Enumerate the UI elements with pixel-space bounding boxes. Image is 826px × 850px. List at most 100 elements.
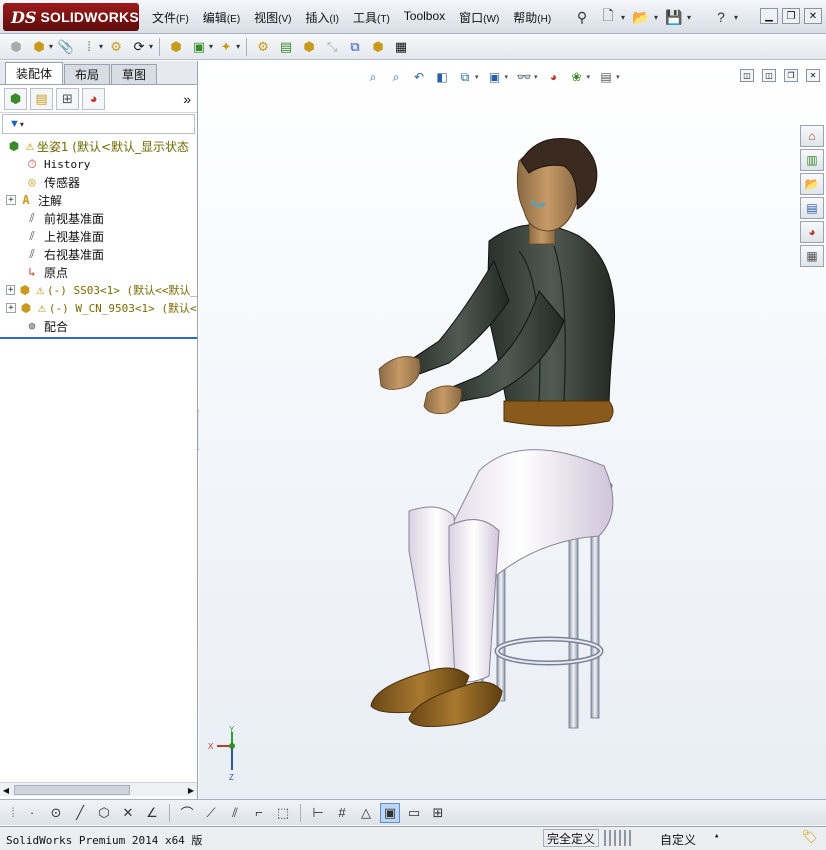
tag-icon[interactable]: 🏷 <box>801 830 818 845</box>
tab-assembly[interactable]: 装配体 <box>5 62 64 84</box>
horizontal-scrollbar[interactable]: ◀ ▶ <box>0 782 197 796</box>
solidworks-resources-icon[interactable]: ⌂ <box>800 125 824 147</box>
line-icon[interactable]: ╱ <box>70 803 90 823</box>
chevron-down-icon[interactable]: ▾ <box>505 73 509 81</box>
edit-component-icon[interactable]: ⬢ <box>6 37 26 57</box>
zoom-to-area-icon[interactable]: ⌕ <box>387 68 405 86</box>
chevron-down-icon[interactable]: ▾ <box>475 73 479 81</box>
save-icon[interactable]: 💾 <box>664 7 684 27</box>
triangle-icon[interactable]: △ <box>356 803 376 823</box>
chevron-down-icon[interactable]: ▾ <box>687 13 691 22</box>
help-icon[interactable]: ? <box>711 7 731 27</box>
insert-component-icon[interactable]: ⬢ <box>29 37 49 57</box>
custom-properties-icon[interactable]: ▦ <box>800 245 824 267</box>
window-icon[interactable]: ▭ <box>404 803 424 823</box>
minimize-icon[interactable]: ▁ <box>760 8 778 24</box>
menu-window[interactable]: 窗口(W) <box>452 9 506 26</box>
apply-scene-icon[interactable]: ❀ <box>568 68 586 86</box>
expand-icon[interactable]: + <box>6 303 16 313</box>
table-icon[interactable]: ⊞ <box>428 803 448 823</box>
explode-line-sketch-icon[interactable]: ⤡ <box>322 37 342 57</box>
menu-toolbox[interactable]: Toolbox <box>397 9 452 26</box>
tree-item-right-plane[interactable]: ⫽ 右视基准面 <box>0 245 197 263</box>
reference-geometry-icon[interactable]: ✦ <box>216 37 236 57</box>
tree-item-mates[interactable]: ⊚ 配合 <box>0 317 197 335</box>
point-icon[interactable]: · <box>22 803 42 823</box>
restore-icon[interactable]: ❐ <box>782 8 800 24</box>
previous-view-icon[interactable]: ↶ <box>410 68 428 86</box>
mate-icon[interactable]: 📎 <box>56 37 76 57</box>
trim-icon[interactable]: ✕ <box>118 803 138 823</box>
graphics-area[interactable]: ⌕ ⌕ ↶ ◧ ⧉ ▾ ▣ ▾ 👓 ▾ ◕ ❀ ▾ ▤ ▾ ◫ ◫ ❐ ✕ ⌂ ▥ 📂 ▤… <box>199 61 826 799</box>
show-hidden-icon[interactable]: ⬢ <box>166 37 186 57</box>
new-motion-study-icon[interactable]: ⚙ <box>253 37 273 57</box>
close-icon[interactable]: ✕ <box>804 8 822 24</box>
chevron-down-icon[interactable]: ▾ <box>99 42 103 51</box>
open-folder-icon[interactable]: 📂 <box>631 7 651 27</box>
tree-item-history[interactable]: ⏱ History <box>0 155 197 173</box>
edit-appearance-icon[interactable]: ◕ <box>545 68 563 86</box>
display-manager-icon[interactable]: ◕ <box>82 87 105 110</box>
more-tabs-icon[interactable]: » <box>183 91 191 107</box>
chevron-down-icon[interactable]: ▾ <box>49 42 53 51</box>
polygon-icon[interactable]: ⬡ <box>94 803 114 823</box>
rectangle-icon[interactable]: ⬚ <box>273 803 293 823</box>
chevron-down-icon[interactable]: ▾ <box>236 42 240 51</box>
menu-insert[interactable]: 插入(I) <box>299 9 346 26</box>
split-horizontal-icon[interactable]: ◫ <box>740 69 754 82</box>
chevron-up-icon[interactable]: ▴ <box>714 831 719 841</box>
smart-fasteners-icon[interactable]: ⚙ <box>106 37 126 57</box>
menu-view[interactable]: 视图(V) <box>247 9 298 26</box>
tree-item-top-plane[interactable]: ⫽ 上视基准面 <box>0 227 197 245</box>
exploded-view-icon[interactable]: ⬢ <box>299 37 319 57</box>
property-manager-icon[interactable]: ▤ <box>30 87 53 110</box>
appearances-icon[interactable]: ◕ <box>800 221 824 243</box>
chevron-down-icon[interactable]: ▾ <box>654 13 658 22</box>
new-document-icon[interactable]: 🗋 <box>598 7 618 27</box>
assembly-model-render[interactable] <box>369 131 639 751</box>
split-vertical-icon[interactable]: ◫ <box>762 69 776 82</box>
solidworks-logo[interactable]: DS SOLIDWORKS <box>3 3 139 31</box>
scroll-thumb[interactable] <box>14 785 130 795</box>
interference-detection-icon[interactable]: ⧉ <box>345 37 365 57</box>
menu-file[interactable]: 文件(F) <box>145 9 196 26</box>
clearance-verification-icon[interactable]: ⬢ <box>368 37 388 57</box>
convert-entities-icon[interactable]: ⟋ <box>201 803 221 823</box>
menu-edit[interactable]: 编辑(E) <box>196 9 247 26</box>
expand-icon[interactable]: + <box>6 195 16 205</box>
close-viewport-icon[interactable]: ✕ <box>806 69 820 82</box>
tree-item-front-plane[interactable]: ⫽ 前视基准面 <box>0 209 197 227</box>
tree-item-ss03[interactable]: + ⬢ ⚠ (-) SS03<1> (默认<<默认_ <box>0 281 197 299</box>
sketch-fillet-icon[interactable]: ⌒ <box>177 803 197 823</box>
grid-icon[interactable]: # <box>332 803 352 823</box>
view-orientation-icon[interactable]: ⧉ <box>456 68 474 86</box>
bill-of-materials-icon[interactable]: ▤ <box>276 37 296 57</box>
chevron-down-icon[interactable]: ▾ <box>621 13 625 22</box>
offset-icon[interactable]: ⫽ <box>225 803 245 823</box>
chevron-down-icon[interactable]: ▾ <box>209 42 213 51</box>
chevron-down-icon[interactable]: ▾ <box>616 73 620 81</box>
circle-icon[interactable]: ⊙ <box>46 803 66 823</box>
dimension-icon[interactable]: ⊢ <box>308 803 328 823</box>
3d-box-icon[interactable]: ▣ <box>380 802 400 823</box>
tree-item-w-cn-9503[interactable]: + ⬢ ⚠ (-) W_CN_9503<1> (默认< <box>0 299 197 317</box>
zoom-to-fit-icon[interactable]: ⌕ <box>364 68 382 86</box>
filter-field[interactable]: ▼ ▾ <box>2 114 195 134</box>
pin-icon[interactable]: ⚲ <box>572 7 592 27</box>
tree-item-annotations[interactable]: + A 注解 <box>0 191 197 209</box>
view-palette-icon[interactable]: ▤ <box>800 197 824 219</box>
instant3d-icon[interactable]: ▦ <box>391 37 411 57</box>
menu-tools[interactable]: 工具(T) <box>346 9 397 26</box>
unit-system-selector[interactable]: 自定义 <box>660 831 696 848</box>
feature-manager-icon[interactable]: ⬢ <box>4 87 27 110</box>
restore-viewport-icon[interactable]: ❐ <box>784 69 798 82</box>
view-settings-icon[interactable]: ▤ <box>597 68 615 86</box>
tab-sketch[interactable]: 草图 <box>111 64 158 84</box>
angle-icon[interactable]: ∠ <box>142 803 162 823</box>
tree-item-origin[interactable]: ↳ 原点 <box>0 263 197 281</box>
tab-layout[interactable]: 布局 <box>64 64 111 84</box>
chevron-down-icon[interactable]: ▾ <box>587 73 591 81</box>
move-component-icon[interactable]: ⟳ <box>129 37 149 57</box>
display-style-icon[interactable]: ▣ <box>486 68 504 86</box>
expand-icon[interactable]: + <box>6 285 16 295</box>
